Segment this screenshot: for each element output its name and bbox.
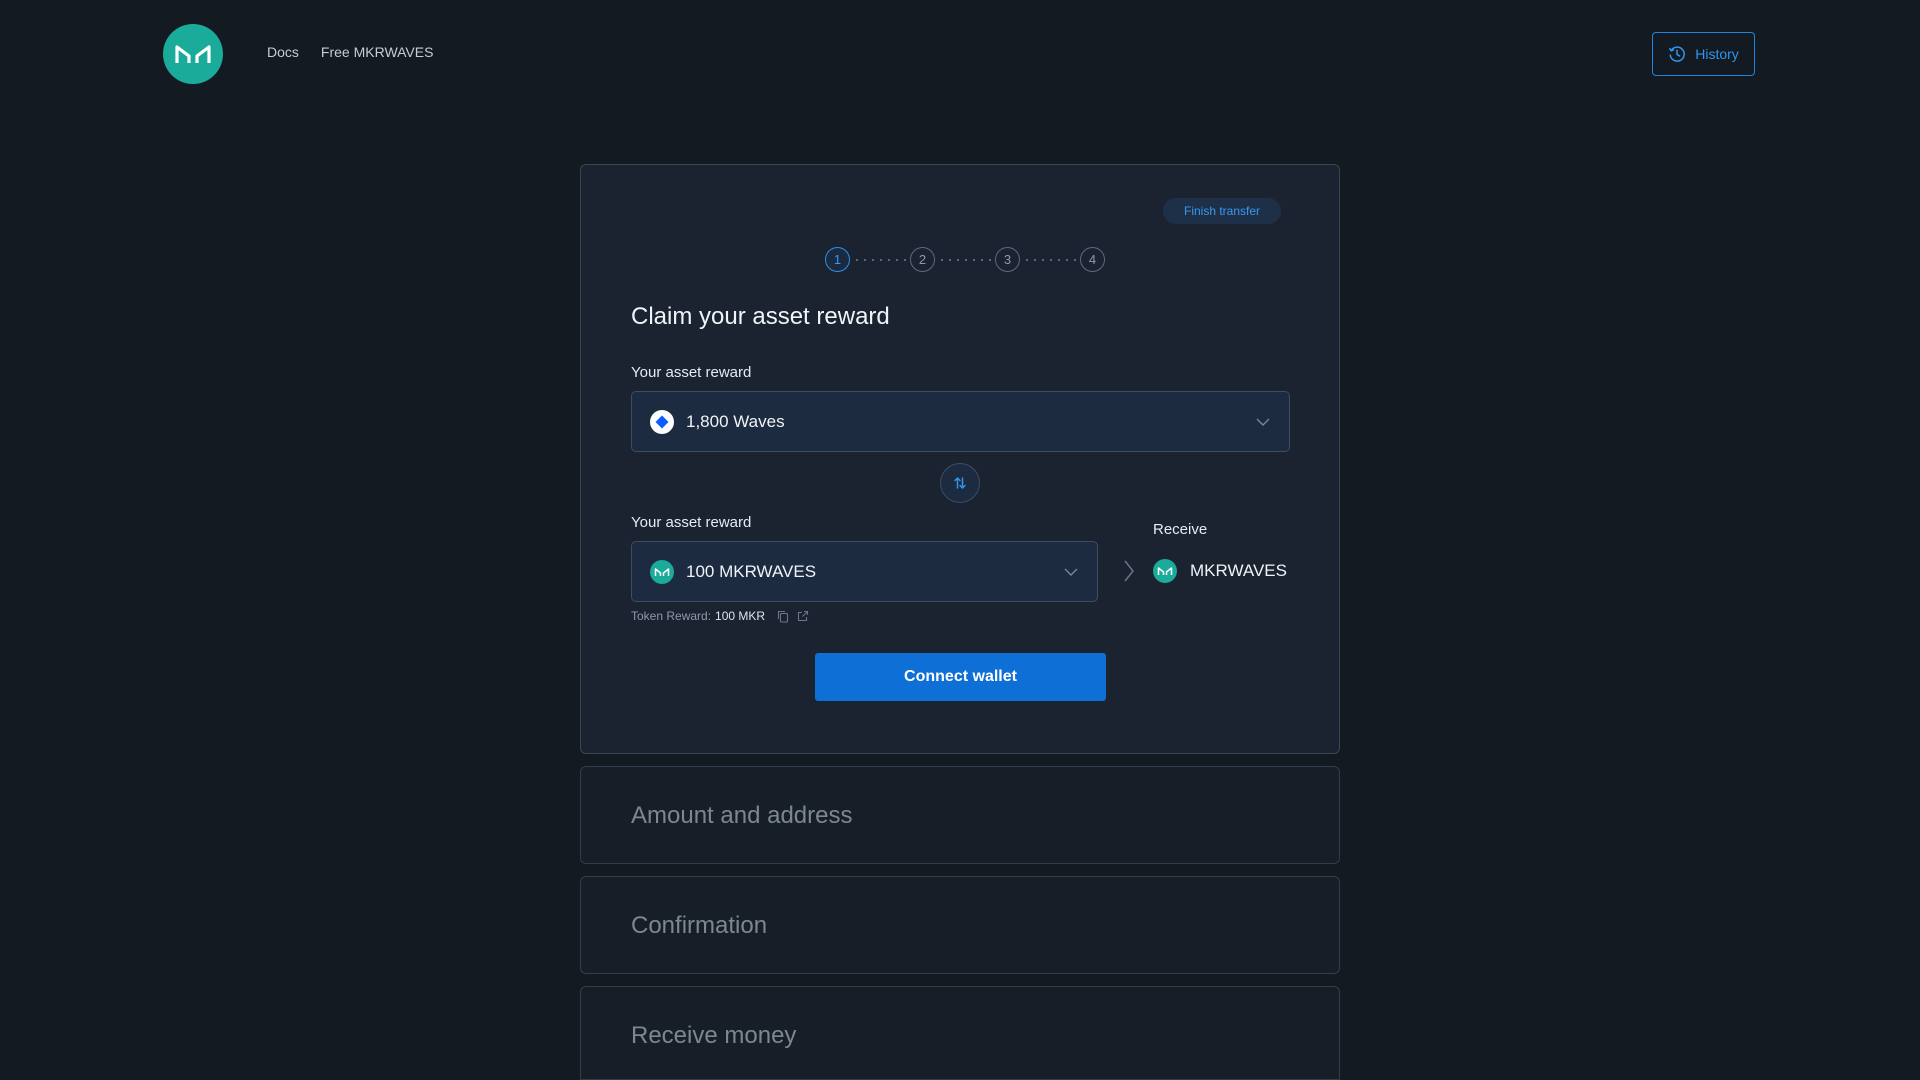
receive-asset-name: MKRWAVES <box>1190 561 1287 580</box>
chevron-down-icon <box>1064 568 1078 576</box>
section-title: Receive money <box>631 1022 797 1049</box>
token-reward-info: Token Reward: 100 MKR <box>631 609 813 623</box>
top-nav: Docs Free MKRWAVES <box>267 44 433 60</box>
step-2: 2 <box>910 247 935 272</box>
swap-arrows-icon <box>954 477 966 489</box>
step-connector <box>853 258 907 261</box>
waves-coin-icon <box>650 409 674 434</box>
from-asset-value: 1,800 Waves <box>686 411 785 431</box>
history-button-label: History <box>1695 46 1739 62</box>
step-3: 3 <box>995 247 1020 272</box>
chevron-down-icon <box>1256 418 1270 426</box>
nav-link-free-mkrwaves[interactable]: Free MKRWAVES <box>321 44 434 60</box>
to-asset-value: 100 MKRWAVES <box>686 561 817 581</box>
card-title: Claim your asset reward <box>631 303 890 330</box>
swap-assets-button[interactable] <box>940 463 980 503</box>
finish-transfer-badge[interactable]: Finish transfer <box>1163 198 1281 224</box>
section-amount-and-address[interactable]: Amount and address <box>580 766 1340 864</box>
mkr-coin-icon <box>650 559 674 584</box>
nav-link-docs[interactable]: Docs <box>267 44 299 60</box>
maker-logo-icon[interactable] <box>163 24 223 84</box>
from-asset-select[interactable]: 1,800 Waves <box>631 391 1290 452</box>
step-4: 4 <box>1080 247 1105 272</box>
external-link-icon[interactable] <box>797 610 809 622</box>
step-1: 1 <box>825 247 850 272</box>
history-clock-icon <box>1669 46 1686 62</box>
step-connector <box>938 258 992 261</box>
mkr-coin-icon <box>1153 559 1177 583</box>
history-button[interactable]: History <box>1652 32 1755 76</box>
receive-asset: MKRWAVES <box>1153 559 1287 583</box>
from-asset-label: Your asset reward <box>631 364 752 381</box>
chevron-right-icon <box>1124 560 1134 582</box>
receive-label: Receive <box>1153 521 1208 538</box>
to-asset-select[interactable]: 100 MKRWAVES <box>631 541 1098 602</box>
connect-wallet-button[interactable]: Connect wallet <box>815 653 1106 701</box>
token-reward-label: Token Reward: <box>631 609 712 623</box>
token-reward-value: 100 MKR <box>715 609 766 623</box>
section-receive-money[interactable]: Receive money <box>580 986 1340 1080</box>
section-title: Confirmation <box>631 912 768 939</box>
section-confirmation[interactable]: Confirmation <box>580 876 1340 974</box>
step-connector <box>1023 258 1077 261</box>
to-asset-label: Your asset reward <box>631 514 752 531</box>
progress-stepper: 1 2 3 4 <box>825 247 1105 272</box>
section-title: Amount and address <box>631 802 853 829</box>
top-header: Docs Free MKRWAVES History <box>0 0 1920 108</box>
claim-card: Finish transfer 1 2 3 4 Claim your asset… <box>580 164 1340 754</box>
copy-icon[interactable] <box>777 610 789 623</box>
